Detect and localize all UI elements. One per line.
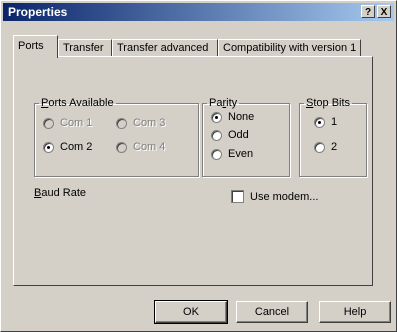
title-bar[interactable]: Properties ? X [3,3,394,21]
radio-indicator [211,129,222,141]
radio-indicator [211,148,222,160]
radio-indicator [314,116,325,128]
ports-available-legend: Ports Available [41,97,114,109]
help-icon[interactable]: ? [361,5,375,18]
tab-ports[interactable]: Ports [13,35,58,58]
radio-parity-none[interactable]: None [211,111,254,123]
baud-rate-label: Baud Rate [34,187,86,199]
stop-bits-group: Stop Bits [299,97,367,177]
ports-available-group: Ports Available [34,97,199,177]
ports-tab-panel: Ports Available Com 1 Com 3 Com 2 Com 4 … [13,56,373,286]
radio-stop-bits-1[interactable]: 1 [314,116,337,128]
radio-parity-odd[interactable]: Odd [211,129,249,141]
tab-transfer[interactable]: Transfer [58,39,112,56]
tab-compatibility[interactable]: Compatibility with version 1 [218,39,361,56]
radio-indicator [43,141,54,153]
radio-com2[interactable]: Com 2 [43,141,92,153]
help-button[interactable]: Help [319,301,391,323]
use-modem-checkbox[interactable]: Use modem... [231,190,318,203]
close-icon[interactable]: X [377,5,391,18]
radio-indicator [211,111,222,123]
stop-bits-legend: Stop Bits [306,97,351,109]
radio-parity-even[interactable]: Even [211,148,253,160]
ok-button[interactable]: OK [154,300,228,324]
checkbox-indicator [231,190,244,203]
radio-stop-bits-2[interactable]: 2 [314,141,337,153]
tab-transfer-advanced[interactable]: Transfer advanced [112,39,218,56]
radio-indicator [314,141,325,153]
window-title: Properties [8,5,68,19]
cancel-button[interactable]: Cancel [236,301,308,323]
radio-com4[interactable]: Com 4 [116,141,165,153]
radio-indicator [116,117,127,129]
parity-legend: Parity [209,97,238,109]
properties-dialog: Properties ? X Ports Transfer Transfer a… [0,0,397,332]
radio-indicator [116,141,127,153]
radio-indicator [43,117,54,129]
radio-com1[interactable]: Com 1 [43,117,92,129]
radio-com3[interactable]: Com 3 [116,117,165,129]
